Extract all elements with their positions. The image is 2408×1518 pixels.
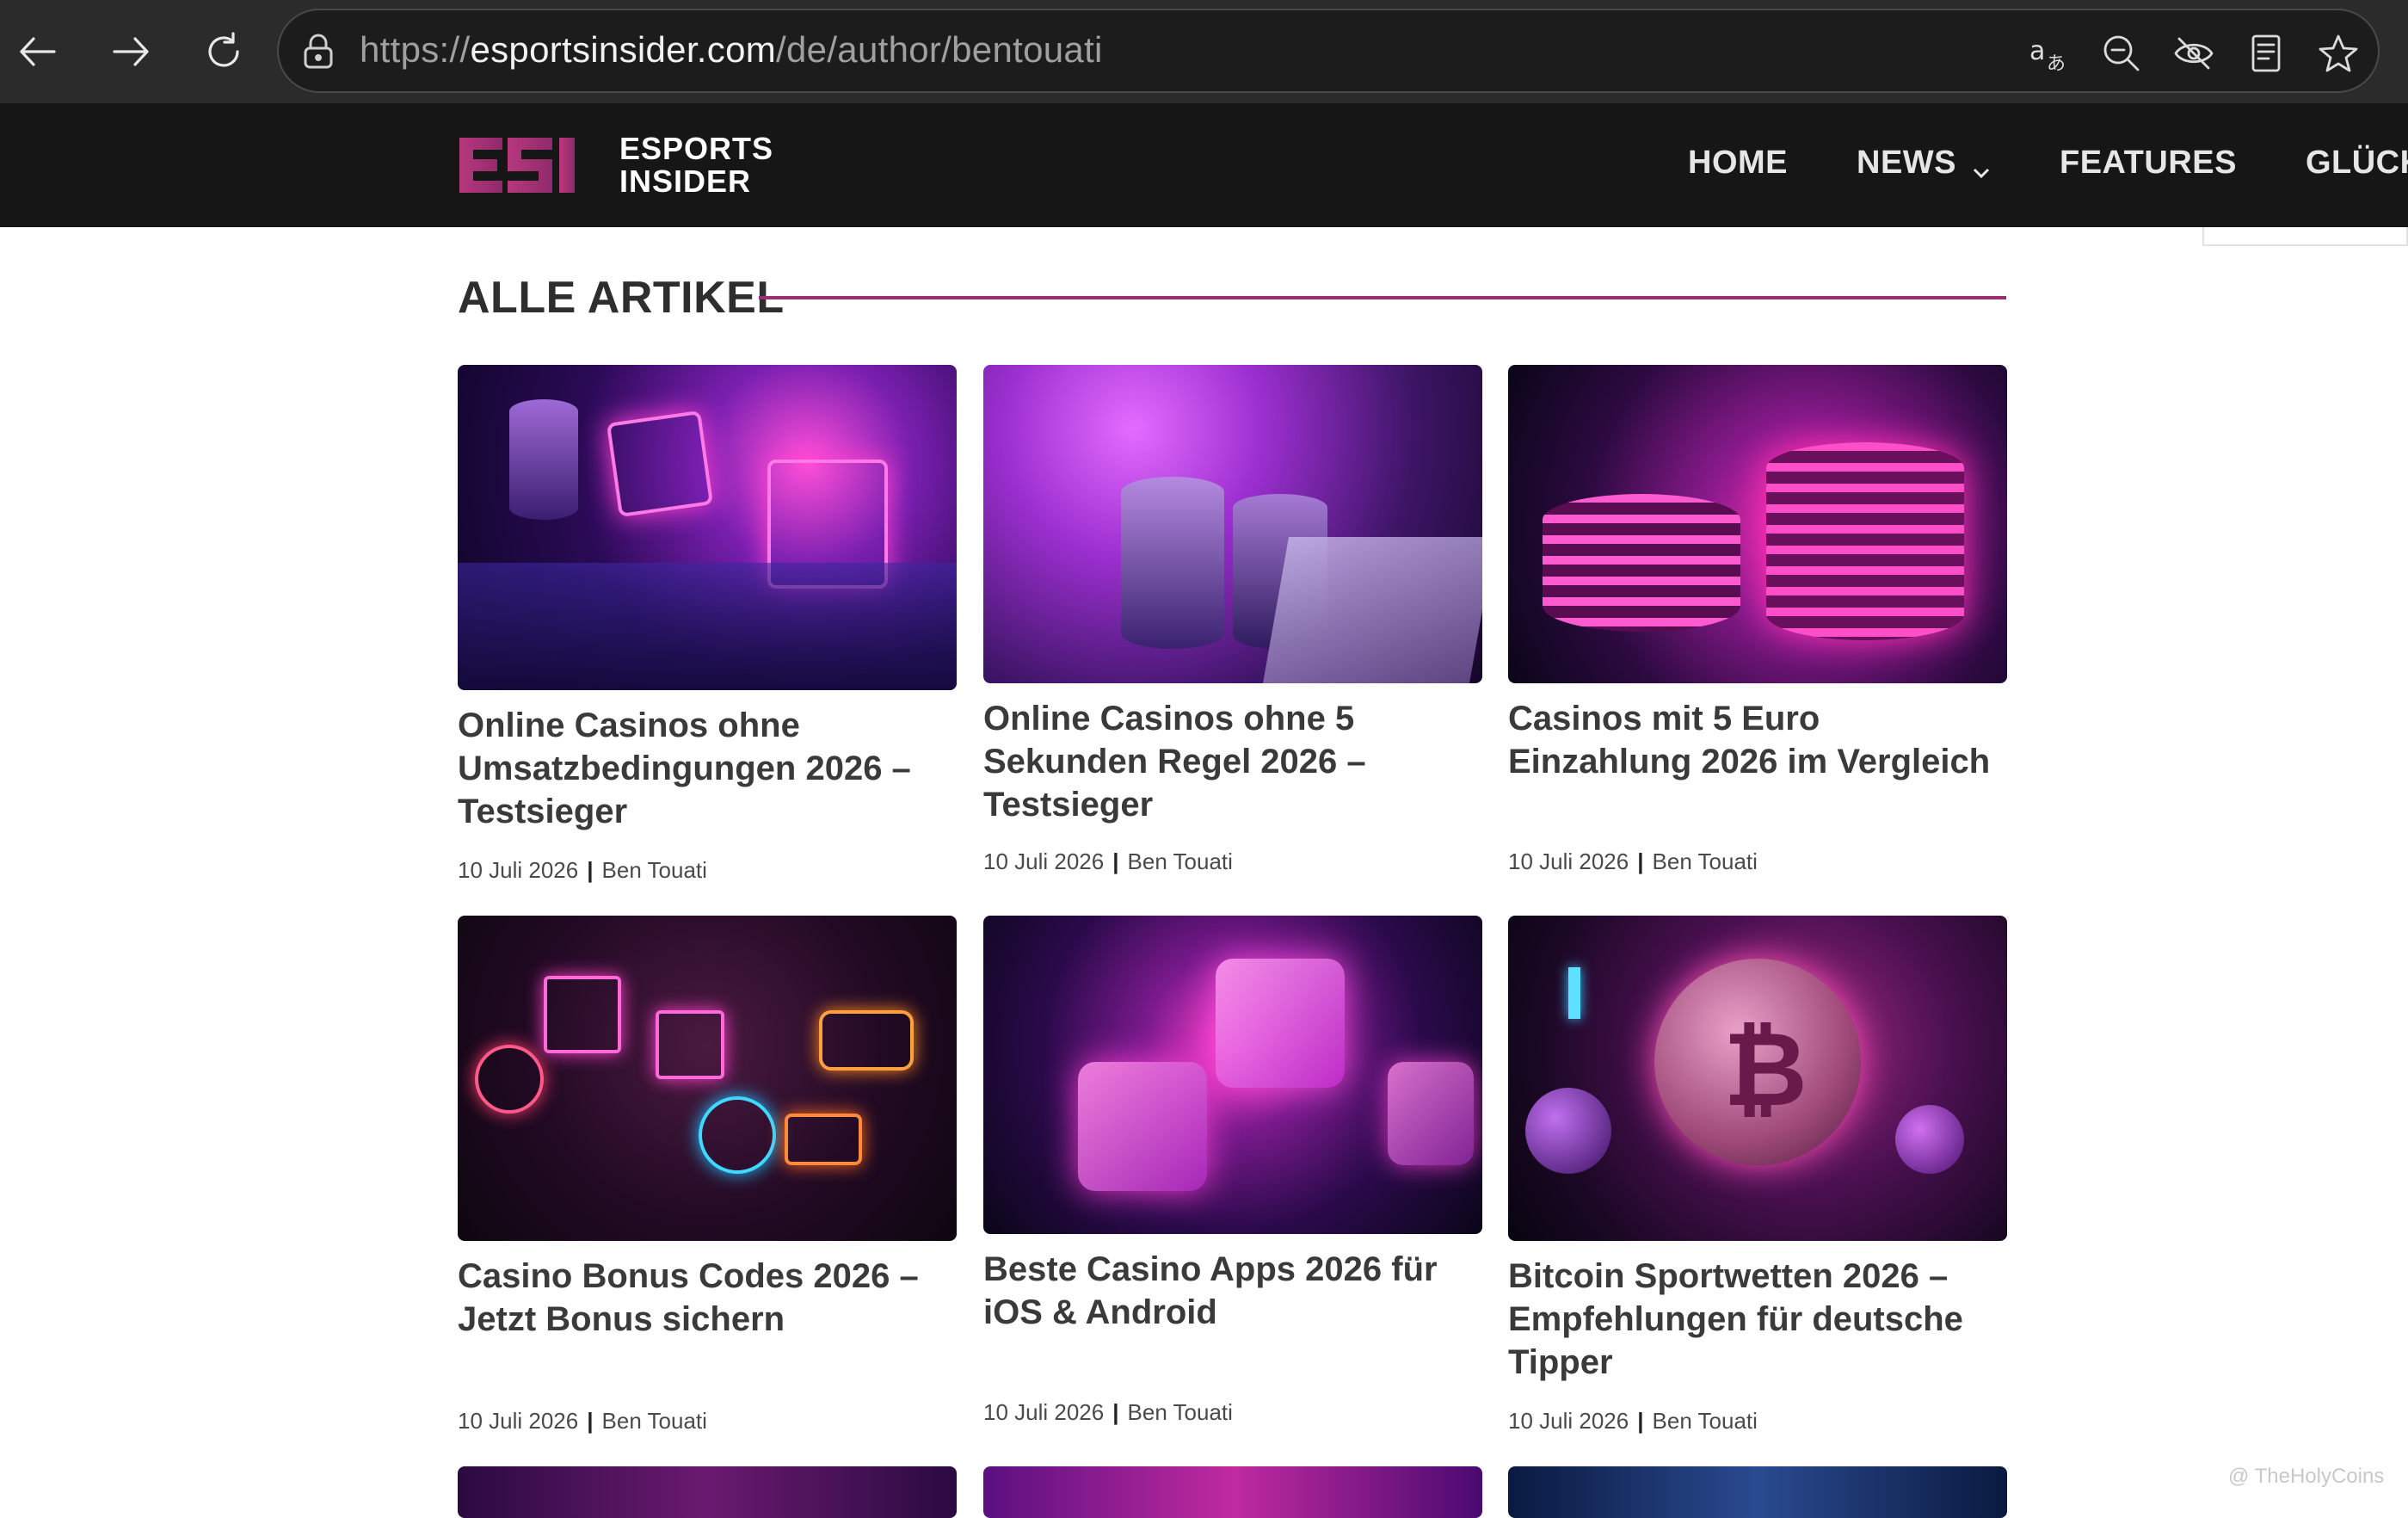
meta-separator: |: [1112, 1399, 1119, 1425]
main-navigation: HOME NEWS FEATURES GLÜCKSSP: [1688, 145, 2408, 182]
section-title: ALLE ARTIKEL: [458, 273, 785, 323]
url-host: esportsinsider.com: [470, 29, 777, 70]
article-meta: 10 Juli 2026 | Ben Touati: [458, 857, 707, 884]
article-date: 10 Juli 2026: [983, 1399, 1105, 1425]
site-info-icon[interactable]: [299, 33, 337, 71]
translate-icon[interactable]: aあ: [2025, 29, 2073, 77]
nav-features-label: FEATURES: [2060, 145, 2237, 181]
arrow-left-icon: [20, 37, 56, 66]
watermark: @ TheHolyCoins: [2228, 1465, 2385, 1488]
section-divider: [759, 296, 2006, 299]
article-thumbnail[interactable]: [458, 916, 957, 1241]
article-title[interactable]: Online Casinos ohne 5 Sekunden Regel 202…: [983, 697, 1482, 826]
chevron-down-icon: [1972, 154, 1991, 178]
article-title[interactable]: Casinos mit 5 Euro Einzahlung 2026 im Ve…: [1508, 697, 2007, 783]
tracking-prevention-icon[interactable]: [2170, 29, 2218, 77]
arrow-right-icon: [113, 37, 149, 66]
svg-text:a: a: [2029, 36, 2045, 66]
article-meta: 10 Juli 2026 | Ben Touati: [983, 848, 1233, 875]
article-author[interactable]: Ben Touati: [1653, 1408, 1758, 1434]
article-card[interactable]: Casinos mit 5 Euro Einzahlung 2026 im Ve…: [1508, 365, 2007, 783]
url-text[interactable]: https://esportsinsider.com/de/author/ben…: [360, 29, 1103, 71]
nav-features[interactable]: FEATURES: [2060, 145, 2237, 182]
meta-separator: |: [587, 857, 594, 883]
article-title[interactable]: Casino Bonus Codes 2026 – Jetzt Bonus si…: [458, 1255, 957, 1341]
zoom-out-icon[interactable]: [2097, 29, 2146, 77]
article-card[interactable]: Online Casinos ohne 5 Sekunden Regel 202…: [983, 365, 1482, 826]
article-thumbnail[interactable]: [983, 916, 1482, 1234]
address-bar[interactable]: https://esportsinsider.com/de/author/ben…: [277, 9, 2380, 93]
browser-toolbar: https://esportsinsider.com/de/author/ben…: [0, 0, 2408, 103]
article-thumbnail[interactable]: [458, 1466, 957, 1518]
article-date: 10 Juli 2026: [1508, 1408, 1629, 1434]
article-thumbnail[interactable]: [983, 1466, 1482, 1518]
article-thumbnail[interactable]: [458, 365, 957, 690]
logo-wordmark: ESPORTS INSIDER: [619, 133, 773, 198]
article-thumbnail[interactable]: [1508, 365, 2007, 683]
nav-home[interactable]: HOME: [1688, 145, 1788, 182]
article-title[interactable]: Bitcoin Sportwetten 2026 – Empfehlungen …: [1508, 1255, 2007, 1384]
refresh-icon: [208, 32, 239, 67]
nav-news[interactable]: NEWS: [1857, 145, 1991, 182]
nav-home-label: HOME: [1688, 145, 1788, 181]
article-card[interactable]: Online Casinos ohne Umsatzbedingungen 20…: [458, 365, 957, 833]
article-card[interactable]: Casino Bonus Codes 2026 – Jetzt Bonus si…: [458, 916, 957, 1341]
article-author[interactable]: Ben Touati: [602, 1408, 707, 1434]
article-meta: 10 Juli 2026 | Ben Touati: [1508, 848, 1758, 875]
article-card[interactable]: ₿ Bitcoin Sportwetten 2026 – Empfehlunge…: [1508, 916, 2007, 1384]
back-button[interactable]: [7, 21, 69, 83]
article-date: 10 Juli 2026: [983, 848, 1105, 874]
nav-news-label: NEWS: [1857, 145, 1956, 181]
article-thumbnail[interactable]: [1508, 1466, 2007, 1518]
article-author[interactable]: Ben Touati: [1128, 1399, 1233, 1425]
svg-text:あ: あ: [2047, 53, 2066, 75]
favorite-star-icon[interactable]: [2314, 29, 2362, 77]
reload-button[interactable]: [193, 21, 255, 83]
forward-button[interactable]: [100, 21, 162, 83]
site-header: ESPORTS INSIDER HOME NEWS FEATURES GLÜCK…: [0, 103, 2408, 227]
side-panel-edge: [2202, 227, 2408, 246]
logo-line-2: INSIDER: [619, 164, 752, 199]
article-date: 10 Juli 2026: [458, 857, 579, 883]
article-author[interactable]: Ben Touati: [1653, 848, 1758, 874]
article-title[interactable]: Beste Casino Apps 2026 für iOS & Android: [983, 1248, 1482, 1334]
meta-separator: |: [587, 1408, 594, 1434]
url-path: /de/author/bentouati: [776, 29, 1103, 70]
url-scheme: https://: [360, 29, 471, 70]
site-logo[interactable]: ESPORTS INSIDER: [458, 129, 773, 201]
article-meta: 10 Juli 2026 | Ben Touati: [983, 1399, 1233, 1426]
article-meta: 10 Juli 2026 | Ben Touati: [1508, 1408, 1758, 1435]
article-date: 10 Juli 2026: [1508, 848, 1629, 874]
nav-gluecksspiel-label: GLÜCKSSP: [2305, 145, 2408, 181]
nav-gluecksspiel[interactable]: GLÜCKSSP: [2306, 145, 2408, 182]
article-date: 10 Juli 2026: [458, 1408, 579, 1434]
article-card[interactable]: Beste Casino Apps 2026 für iOS & Android: [983, 916, 1482, 1334]
article-author[interactable]: Ben Touati: [1128, 848, 1233, 874]
meta-separator: |: [1112, 848, 1119, 874]
reader-view-icon[interactable]: [2242, 29, 2290, 77]
article-meta: 10 Juli 2026 | Ben Touati: [458, 1408, 707, 1435]
meta-separator: |: [1637, 848, 1644, 874]
article-thumbnail[interactable]: [983, 365, 1482, 683]
article-author[interactable]: Ben Touati: [602, 857, 707, 883]
article-title[interactable]: Online Casinos ohne Umsatzbedingungen 20…: [458, 704, 957, 833]
logo-line-1: ESPORTS: [619, 131, 774, 166]
esi-logo-mark: [458, 134, 595, 196]
article-thumbnail[interactable]: ₿: [1508, 916, 2007, 1241]
meta-separator: |: [1637, 1408, 1644, 1434]
